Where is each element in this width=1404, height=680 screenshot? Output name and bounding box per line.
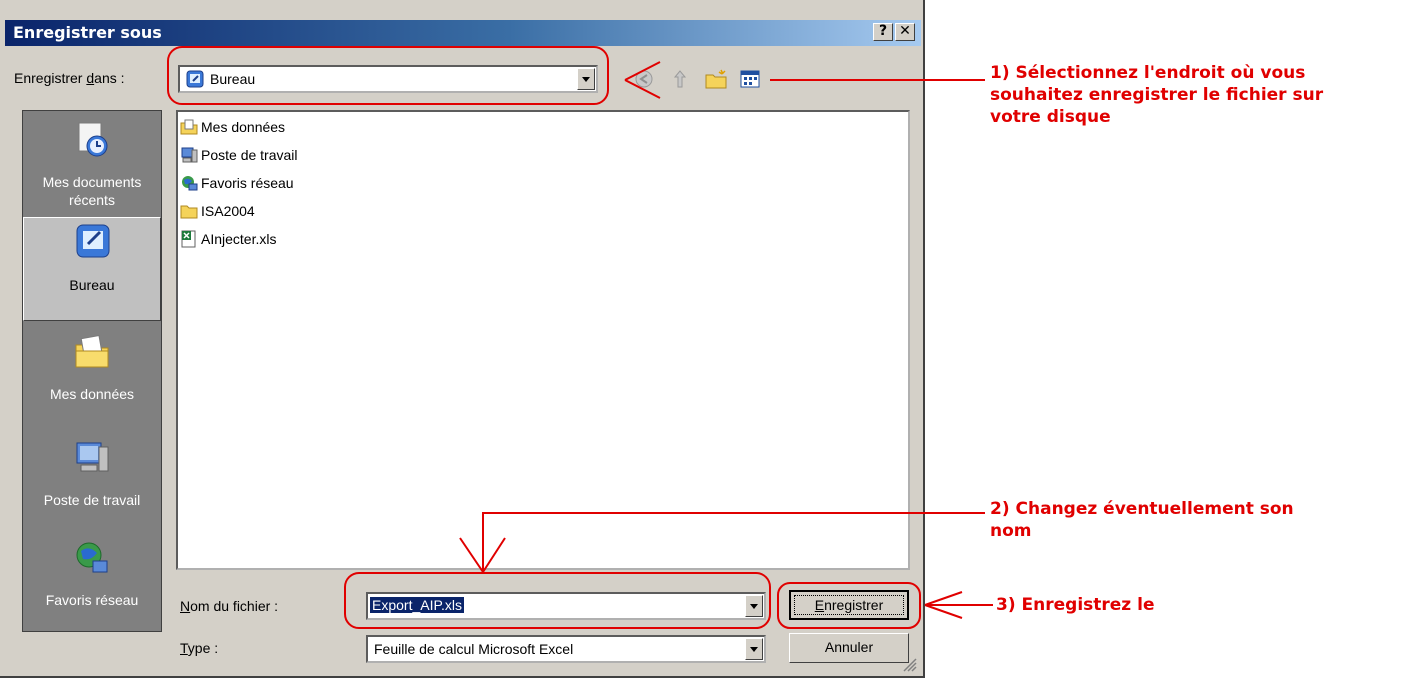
save-in-label: Enregistrer dans :	[14, 70, 125, 86]
dialog-title: Enregistrer sous	[13, 23, 162, 42]
annotation-text: votre disque	[990, 107, 1111, 127]
documents-folder-icon	[73, 333, 111, 371]
type-value: Feuille de calcul Microsoft Excel	[374, 641, 574, 657]
save-in-label-part2: ans :	[94, 70, 125, 86]
save-in-label-mnemonic: d	[86, 70, 95, 86]
file-name: ISA2004	[201, 203, 255, 219]
save-in-label-part1: Enregistrer	[14, 70, 87, 86]
type-label: Type :	[180, 640, 218, 656]
up-folder-icon[interactable]	[668, 68, 692, 90]
annotation-text: souhaitez enregistrer le fichier sur	[990, 85, 1324, 105]
annotation-text: nom	[990, 521, 1032, 541]
desktop-icon	[186, 70, 204, 88]
place-network[interactable]: Favoris réseau	[23, 529, 161, 633]
type-label-mnemonic: T	[180, 640, 188, 656]
save-in-combobox[interactable]: Bureau	[178, 65, 598, 93]
type-label-text: ype :	[187, 640, 219, 656]
folder-icon	[180, 202, 198, 220]
documents-folder-icon	[180, 118, 198, 136]
new-folder-icon[interactable]	[704, 68, 728, 90]
save-as-dialog: Enregistrer sous ? ✕ Enregistrer dans : …	[0, 0, 925, 678]
annotation-step-1: 1) Sélectionnez l'endroit où vous souhai…	[990, 62, 1323, 128]
save-in-value: Bureau	[210, 71, 256, 87]
filename-input[interactable]: Export_AIP.xls	[370, 597, 465, 613]
computer-icon	[73, 439, 111, 477]
file-name: AInjecter.xls	[201, 231, 277, 247]
desktop-icon	[74, 222, 112, 260]
excel-file-icon	[180, 230, 198, 248]
network-icon	[73, 539, 111, 577]
network-icon	[180, 174, 198, 192]
chevron-down-icon[interactable]	[577, 68, 595, 90]
place-desktop[interactable]: Bureau	[23, 217, 161, 321]
file-list[interactable]: Mes données Poste de travail Favoris rés…	[176, 110, 910, 570]
file-name: Mes données	[201, 119, 286, 135]
list-item[interactable]: Favoris réseau	[180, 172, 294, 194]
chevron-down-icon[interactable]	[745, 638, 763, 660]
annotation-text: 3) Enregistrez le	[996, 595, 1155, 615]
recent-documents-icon	[73, 121, 111, 159]
filename-label-text: om du fichier :	[190, 598, 279, 614]
file-name: Poste de travail	[201, 147, 298, 163]
type-select[interactable]: Feuille de calcul Microsoft Excel	[366, 635, 766, 663]
close-button[interactable]: ✕	[895, 23, 915, 41]
place-recent-documents[interactable]: Mes documents récents	[23, 111, 161, 215]
place-label-line2: récents	[69, 192, 115, 208]
place-label: Poste de travail	[43, 492, 141, 508]
list-item[interactable]: Mes données	[180, 116, 285, 138]
save-button[interactable]: Enregistrer	[789, 590, 909, 620]
save-button-label: nregistrer	[824, 597, 884, 613]
list-item[interactable]: ISA2004	[180, 200, 255, 222]
filename-label: Nom du fichier :	[180, 598, 278, 614]
place-label: Bureau	[69, 277, 115, 293]
place-label: Mes données	[49, 386, 135, 402]
annotation-text: 1) Sélectionnez l'endroit où vous	[990, 63, 1306, 83]
chevron-down-icon[interactable]	[745, 595, 763, 617]
place-my-documents[interactable]: Mes données	[23, 323, 161, 427]
cancel-button[interactable]: Annuler	[789, 633, 909, 663]
place-my-computer[interactable]: Poste de travail	[23, 429, 161, 533]
computer-icon	[180, 146, 198, 164]
list-item[interactable]: Poste de travail	[180, 144, 298, 166]
annotation-step-3: 3) Enregistrez le	[996, 594, 1154, 616]
annotation-step-2: 2) Changez éventuellement son nom	[990, 498, 1294, 542]
filename-label-mnemonic: N	[180, 598, 191, 614]
place-label: Mes documents	[42, 174, 142, 190]
places-bar: Mes documents récents Bureau Mes données …	[22, 110, 162, 632]
annotation-arrowhead-3	[924, 591, 963, 619]
annotation-text: 2) Changez éventuellement son	[990, 499, 1294, 519]
resize-grip-icon[interactable]	[901, 656, 917, 672]
title-bar: Enregistrer sous ? ✕	[5, 20, 921, 46]
save-button-mnemonic: E	[814, 597, 825, 613]
help-button[interactable]: ?	[873, 23, 893, 41]
view-menu-icon[interactable]	[738, 68, 762, 90]
list-item[interactable]: AInjecter.xls	[180, 228, 276, 250]
back-icon[interactable]	[632, 68, 656, 90]
file-name: Favoris réseau	[201, 175, 294, 191]
filename-combobox[interactable]: Export_AIP.xls	[366, 592, 766, 620]
place-label: Favoris réseau	[45, 592, 139, 608]
